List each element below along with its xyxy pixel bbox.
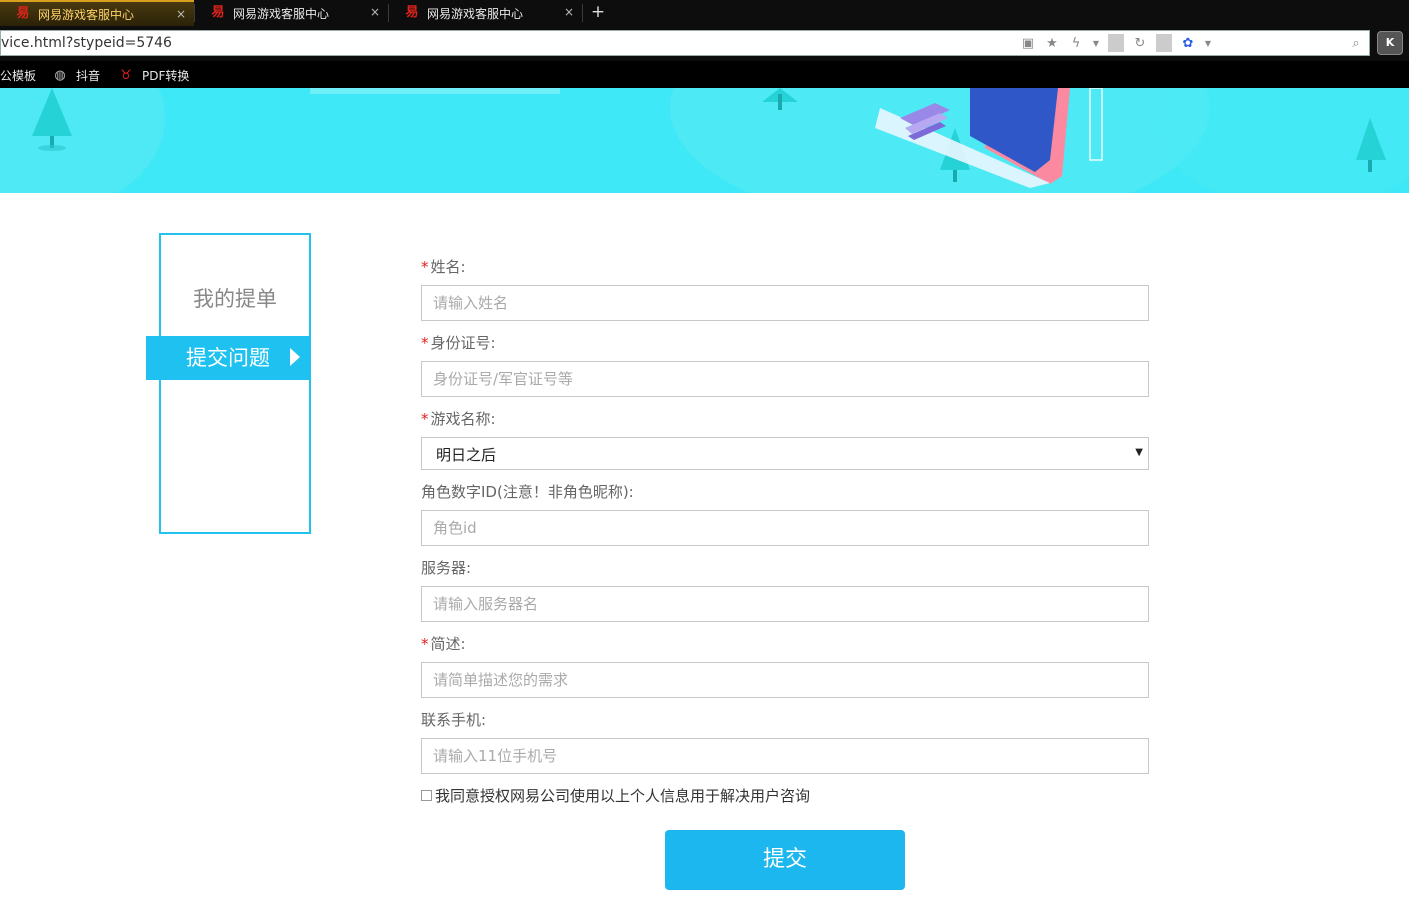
- bookmark-label: 公模板: [0, 69, 37, 83]
- browser-tab-bar: 易 网易游戏客服中心 × 易 网易游戏客服中心 × 易 网易游戏客服中心 × +: [0, 0, 1409, 26]
- close-tab-icon[interactable]: ×: [370, 5, 380, 19]
- toolbar-divider: [1156, 34, 1172, 52]
- label-text: 身份证号:: [430, 334, 496, 352]
- tab-title: 网易游戏客服中心: [38, 7, 135, 22]
- browser-tab-2[interactable]: 易 网易游戏客服中心 ×: [195, 0, 388, 26]
- bookmark-label: 抖音: [76, 69, 101, 83]
- chevron-down-icon[interactable]: ▼: [1204, 39, 1212, 48]
- phone-label: 联系手机:: [421, 711, 487, 729]
- netease-logo-icon: 易: [16, 6, 30, 21]
- bookmark-item-douyin[interactable]: ◍ 抖音: [52, 67, 100, 84]
- name-input[interactable]: [421, 285, 1149, 321]
- game-name-label: * 游戏名称:: [421, 408, 496, 429]
- sidebar-menu: 我的提单 提交问题: [146, 233, 311, 534]
- required-mark: *: [421, 334, 429, 352]
- refresh-icon[interactable]: ↻: [1132, 36, 1148, 51]
- label-text: 姓名:: [430, 258, 466, 276]
- search-icon[interactable]: ⌕: [1348, 36, 1364, 51]
- browser-tab-1[interactable]: 易 网易游戏客服中心 ×: [0, 0, 194, 26]
- consent-text: 我同意授权网易公司使用以上个人信息用于解决用户咨询: [435, 787, 811, 805]
- extension-k-button[interactable]: K: [1377, 31, 1403, 55]
- netease-logo-icon: 易: [405, 5, 419, 20]
- sidebar-item-my-tickets[interactable]: 我的提单: [161, 283, 309, 313]
- role-id-label: 角色数字ID(注意！非角色昵称):: [421, 483, 634, 501]
- address-toolbar: ▣ ★ ϟ ▼ ↻ ✿ ▼ ⌕: [1020, 34, 1364, 52]
- banner-illustration: [0, 88, 1409, 193]
- tab-title: 网易游戏客服中心: [233, 6, 330, 21]
- address-field[interactable]: vice.html?stypeid=5746 ▣ ★ ϟ ▼ ↻ ✿ ▼ ⌕: [0, 30, 1370, 56]
- favorite-star-icon[interactable]: ★: [1044, 36, 1060, 51]
- required-mark: *: [421, 410, 429, 428]
- bookmark-label: PDF转换: [142, 69, 190, 83]
- globe-icon: ◍: [54, 67, 66, 83]
- tab-divider: [582, 4, 583, 22]
- description-label: * 简述:: [421, 633, 466, 654]
- role-id-input[interactable]: [421, 510, 1149, 546]
- dropdown-arrow-icon: ▼: [1135, 447, 1143, 458]
- image-icon[interactable]: ▣: [1020, 36, 1036, 51]
- chevron-down-icon[interactable]: ▼: [1092, 39, 1100, 48]
- server-input[interactable]: [421, 586, 1149, 622]
- sidebar-item-submit-question[interactable]: 提交问题: [146, 336, 310, 380]
- new-tab-button[interactable]: +: [589, 2, 607, 22]
- close-tab-icon[interactable]: ×: [176, 7, 186, 21]
- tab-title: 网易游戏客服中心: [427, 6, 524, 21]
- consent-checkbox[interactable]: [421, 790, 432, 801]
- header-banner: [0, 88, 1409, 193]
- bookmark-item-pdf[interactable]: ♉ PDF转换: [118, 67, 189, 84]
- select-value: 明日之后: [436, 446, 497, 464]
- label-text: 游戏名称:: [430, 410, 496, 428]
- close-tab-icon[interactable]: ×: [564, 5, 574, 19]
- required-mark: *: [421, 258, 429, 276]
- server-label: 服务器:: [421, 559, 472, 577]
- required-mark: *: [421, 635, 429, 653]
- url-text[interactable]: vice.html?stypeid=5746: [1, 35, 172, 51]
- bookmarks-bar: 公模板 ◍ 抖音 ♉ PDF转换: [0, 61, 1409, 88]
- sidebar-item-label: 提交问题: [186, 346, 270, 370]
- id-card-input[interactable]: [421, 361, 1149, 397]
- id-card-label: * 身份证号:: [421, 332, 496, 353]
- name-label: * 姓名:: [421, 256, 466, 277]
- browser-tab-3[interactable]: 易 网易游戏客服中心 ×: [389, 0, 582, 26]
- phone-input[interactable]: [421, 738, 1149, 774]
- bookmark-item-template[interactable]: 公模板: [0, 67, 36, 84]
- game-name-select[interactable]: 明日之后 ▼: [421, 437, 1149, 470]
- address-bar-row: vice.html?stypeid=5746 ▣ ★ ϟ ▼ ↻ ✿ ▼ ⌕ K: [0, 26, 1409, 61]
- description-input[interactable]: [421, 662, 1149, 698]
- pdf-convert-icon: ♉: [120, 67, 132, 83]
- baidu-paw-icon[interactable]: ✿: [1180, 36, 1196, 51]
- netease-logo-icon: 易: [211, 5, 225, 20]
- lightning-icon[interactable]: ϟ: [1068, 36, 1084, 51]
- submit-button[interactable]: 提交: [665, 830, 905, 890]
- toolbar-divider: [1108, 34, 1124, 52]
- consent-row: 我同意授权网易公司使用以上个人信息用于解决用户咨询: [421, 785, 810, 806]
- label-text: 简述:: [430, 635, 466, 653]
- caret-right-icon: [290, 348, 300, 366]
